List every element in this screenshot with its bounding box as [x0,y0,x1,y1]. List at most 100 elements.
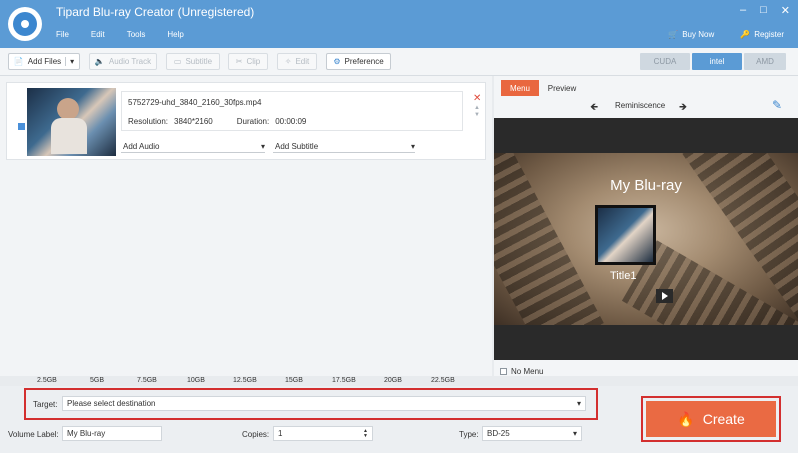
add-file-icon: 📄 [13,57,24,66]
copies-value: 1 [278,429,283,438]
add-files-button[interactable]: 📄 Add Files ▾ [8,53,80,70]
chevron-down-icon: ▾ [572,429,577,438]
capacity-scale: 2.5GB 5GB 7.5GB 10GB 12.5GB 15GB 17.5GB … [0,376,492,386]
add-audio-select[interactable]: Add Audio ▾ [121,141,265,153]
buy-now-button[interactable]: 🛒 Buy Now [668,30,714,39]
file-info: 5752729-uhd_3840_2160_30fps.mp4 Resoluti… [121,91,463,131]
menu-panel: Menu Preview 🡸 Reminiscence 🡺 ✎ My Blu-r… [494,76,798,376]
menu-bar: File Edit Tools Help [56,30,184,39]
file-item[interactable]: 5752729-uhd_3840_2160_30fps.mp4 Resoluti… [6,82,486,160]
preference-button[interactable]: ⚙ Preference [326,53,391,70]
audio-track-label: Audio Track [108,57,152,66]
create-button[interactable]: 🔥 Create [646,401,776,437]
file-list-panel: 5752729-uhd_3840_2160_30fps.mp4 Resoluti… [0,76,492,376]
menu-file[interactable]: File [56,30,69,39]
clip-button[interactable]: ✂ Clip [228,53,268,70]
add-subtitle-select[interactable]: Add Subtitle ▾ [273,141,415,153]
chevron-down-icon: ▾ [260,142,265,151]
flame-icon: 🔥 [677,410,695,427]
menu-tools[interactable]: Tools [127,30,146,39]
create-label: Create [702,411,745,427]
arrow-left-icon[interactable]: 🡸 [590,100,598,117]
resolution-value: 3840*2160 [174,117,213,126]
theme-name: Reminiscence [615,101,666,110]
volume-label-value: My Blu-ray [67,429,106,438]
menu-title-caption: Title1 [610,270,637,282]
clip-label: Clip [246,57,261,66]
menu-title: My Blu-ray [610,177,682,194]
edit-menu-icon[interactable]: ✎ [772,98,782,112]
type-select[interactable]: BD-25 ▾ [482,426,582,441]
menu-help[interactable]: Help [167,30,183,39]
minimize-button[interactable]: – [740,4,746,17]
edit-label: Edit [295,57,310,66]
capacity-tick: 17.5GB [332,377,356,384]
register-button[interactable]: 🔑 Register [740,30,784,39]
subtitle-label: Subtitle [185,57,213,66]
tab-menu[interactable]: Menu [501,80,539,96]
file-checkbox[interactable] [18,123,25,130]
preference-label: Preference [344,57,384,66]
remove-file-icon[interactable]: ✕ [473,93,481,104]
toolbar: 📄 Add Files ▾ 🔈 Audio Track ▭ Subtitle ✂… [0,48,798,76]
theme-navigator: 🡸 Reminiscence 🡺 ✎ [494,96,798,118]
app-logo [8,7,42,41]
volume-label-input[interactable]: My Blu-ray [62,426,162,441]
intel-badge: intel [692,53,742,70]
target-value: Please select destination [67,399,156,408]
key-icon: 🔑 [740,30,751,39]
volume-label: Volume Label: [8,430,59,439]
subtitle-button[interactable]: ▭ Subtitle [166,53,220,70]
close-button[interactable]: ✕ [781,4,790,17]
play-icon[interactable] [656,289,673,303]
chevron-down-icon: ▾ [410,142,415,151]
capacity-tick: 22.5GB [431,377,455,384]
capacity-tick: 20GB [384,377,402,384]
window-controls: – □ ✕ [740,4,790,17]
scissors-icon: ✂ [235,57,243,66]
cuda-badge: CUDA [640,53,690,70]
chevron-down-icon[interactable]: ▾ [65,57,74,66]
edit-button[interactable]: ✧ Edit [277,53,317,70]
magic-wand-icon: ✧ [284,57,292,66]
stepper-arrows-icon[interactable]: ▲ ▼ [363,428,368,439]
add-subtitle-label: Add Subtitle [275,142,319,151]
capacity-tick: 5GB [90,377,105,384]
gear-icon: ⚙ [333,57,341,66]
subtitle-icon: ▭ [173,57,182,66]
target-label: Target: [33,400,58,409]
chevron-down-icon: ▾ [576,399,581,408]
menu-edit[interactable]: Edit [91,30,105,39]
capacity-tick: 10GB [187,377,205,384]
no-menu-option[interactable]: No Menu [500,367,543,376]
add-audio-label: Add Audio [123,142,160,151]
audio-icon: 🔈 [94,57,105,66]
duration-label: Duration: [236,117,270,126]
capacity-tick: 7.5GB [137,377,157,384]
copies-label: Copies: [242,430,270,439]
type-label: Type: [459,430,479,439]
audio-track-button[interactable]: 🔈 Audio Track [89,53,157,70]
tab-preview[interactable]: Preview [542,80,582,96]
file-name: 5752729-uhd_3840_2160_30fps.mp4 [128,98,262,107]
no-menu-label: No Menu [511,367,544,376]
add-files-label: Add Files [27,57,62,66]
title-bar: Tipard Blu-ray Creator (Unregistered) Fi… [0,0,798,48]
cart-icon: 🛒 [668,30,679,39]
capacity-tick: 12.5GB [233,377,257,384]
capacity-tick: 15GB [285,377,303,384]
register-label: Register [754,30,784,39]
maximize-button[interactable]: □ [760,4,767,17]
reorder-arrows-icon[interactable]: ▲ ▼ [474,105,480,119]
arrow-right-icon[interactable]: 🡺 [679,100,687,117]
no-menu-checkbox[interactable] [500,368,507,375]
menu-title-thumbnail[interactable] [595,205,656,265]
app-title: Tipard Blu-ray Creator (Unregistered) [56,5,255,19]
type-value: BD-25 [487,429,510,438]
duration-value: 00:00:09 [275,117,307,126]
menu-preview: My Blu-ray Title1 [494,118,798,360]
capacity-tick: 2.5GB [37,377,57,384]
target-select[interactable]: Please select destination ▾ [62,396,586,411]
copies-stepper[interactable]: 1 ▲ ▼ [273,426,373,441]
buy-now-label: Buy Now [682,30,715,39]
